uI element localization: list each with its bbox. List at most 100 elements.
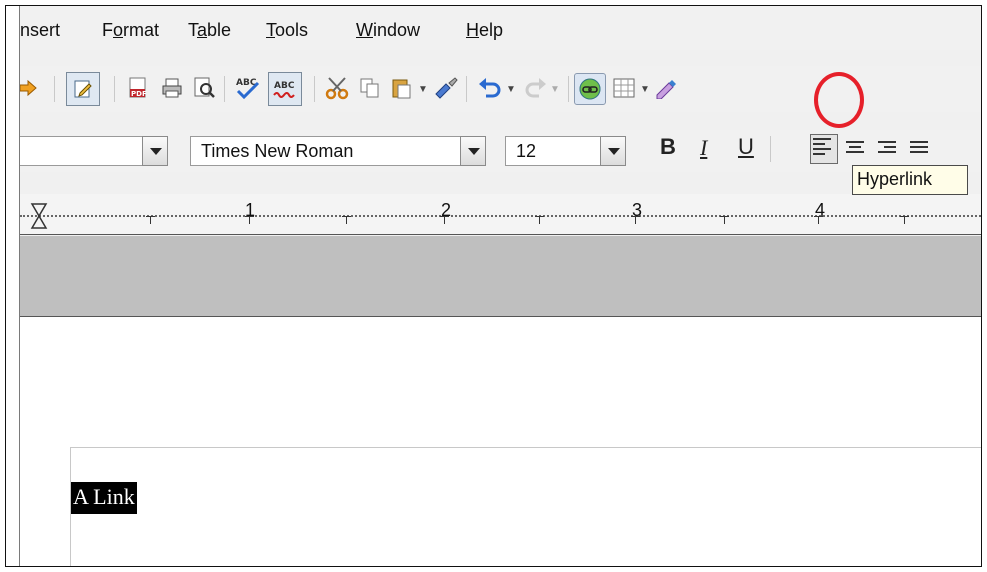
menu-format-mnemonic: o (113, 20, 124, 40)
toolbar-separator (314, 76, 315, 102)
menu-format-head: F (102, 20, 113, 40)
font-name-combo[interactable]: Times New Roman (190, 136, 478, 166)
ruler-tick (900, 216, 909, 224)
menu-help[interactable]: Help (466, 20, 503, 41)
ruler-tick (814, 216, 823, 224)
ruler-tick (720, 216, 729, 224)
copy-button[interactable] (356, 74, 384, 102)
scissors-icon (325, 77, 349, 100)
justify-button[interactable] (908, 138, 930, 160)
menu-window[interactable]: Window (356, 20, 420, 41)
paintbrush-icon (435, 77, 458, 99)
table-icon (613, 78, 635, 98)
autospellcheck-icon: ABC (273, 81, 295, 98)
menu-tools[interactable]: Tools (266, 20, 308, 41)
ruler-tick (245, 216, 254, 224)
align-right-icon (876, 141, 898, 153)
edit-document-icon (74, 80, 92, 98)
menu-window-rest: indow (373, 20, 421, 40)
ruler-tick (440, 216, 449, 224)
clone-formatting-button[interactable] (432, 74, 460, 102)
document-page[interactable]: A Link (70, 447, 981, 566)
horizontal-ruler: 1 2 3 4 (20, 194, 981, 235)
ruler-tick (535, 216, 544, 224)
menu-help-mnemonic: H (466, 20, 479, 40)
toolbar-separator (466, 76, 467, 102)
toolbar-separator (54, 76, 55, 102)
font-size-dropdown[interactable] (600, 136, 626, 166)
ruler-tick (146, 216, 155, 224)
menu-table-mnemonic: a (197, 20, 208, 40)
table-dropdown-arrow[interactable]: ▼ (640, 84, 650, 95)
bold-button[interactable]: B (660, 134, 676, 160)
pdf-icon: PDF (129, 77, 147, 98)
tooltip-text: Hyperlink (857, 169, 933, 189)
copy-icon (360, 78, 379, 98)
menu-insert-label: nsert (20, 20, 61, 40)
spellcheck-button[interactable]: ABC (234, 74, 262, 102)
paragraph-style-combo[interactable] (20, 136, 158, 166)
menu-format[interactable]: Format (102, 20, 159, 41)
font-name-dropdown[interactable] (460, 136, 486, 166)
export-pdf-button[interactable]: PDF (124, 74, 152, 102)
writer-window: nsert Format Table Tools Window Help PDF… (19, 6, 981, 566)
selected-text[interactable]: A Link (71, 482, 137, 514)
menu-table-rest: ble (207, 20, 232, 40)
menu-table-head: T (188, 20, 197, 40)
document-viewport[interactable]: A Link (20, 317, 981, 566)
menu-tools-mnemonic: T (266, 20, 275, 40)
paste-button[interactable] (388, 74, 416, 102)
italic-button[interactable]: I (700, 135, 707, 161)
redo-dropdown-arrow[interactable]: ▼ (550, 84, 560, 95)
export-icon[interactable] (20, 74, 42, 102)
menu-format-rest: rmat (123, 20, 160, 40)
toolbar-separator (114, 76, 115, 102)
align-left-button[interactable] (810, 134, 838, 164)
paste-dropdown-arrow[interactable]: ▼ (418, 84, 428, 95)
toolbar-separator (224, 76, 225, 102)
underline-button[interactable]: U (738, 134, 754, 160)
undo-button[interactable] (476, 74, 504, 102)
hyperlink-globe-icon (579, 78, 601, 100)
formatting-toolbar: Times New Roman 12 B I U (20, 130, 981, 172)
align-center-button[interactable] (844, 138, 866, 160)
indent-marker-icon[interactable] (30, 202, 48, 230)
hyperlink-button[interactable] (574, 73, 606, 105)
highlight-circle (814, 72, 864, 128)
menu-table[interactable]: Table (188, 20, 231, 41)
svg-text:PDF: PDF (131, 90, 147, 98)
redo-icon (525, 78, 546, 98)
print-preview-icon (194, 77, 215, 98)
cut-button[interactable] (324, 74, 352, 102)
print-preview-button[interactable] (190, 74, 218, 102)
show-draw-functions-button[interactable] (652, 74, 680, 102)
toolbar-separator (770, 136, 771, 162)
menu-tools-rest: ools (275, 20, 309, 40)
spellcheck-icon: ABC (236, 78, 260, 100)
svg-text:ABC: ABC (274, 81, 295, 91)
printer-icon (162, 78, 182, 98)
redo-button[interactable] (522, 74, 550, 102)
align-left-icon (811, 138, 837, 155)
autospellcheck-button[interactable]: ABC (268, 72, 302, 106)
paragraph-style-dropdown[interactable] (142, 136, 168, 166)
ruler-dots (20, 215, 981, 217)
menu-help-rest: elp (479, 20, 504, 40)
document-background (20, 236, 981, 317)
align-center-icon (844, 141, 866, 153)
print-button[interactable] (158, 74, 186, 102)
undo-dropdown-arrow[interactable]: ▼ (506, 84, 516, 95)
table-button[interactable] (610, 74, 638, 102)
menu-insert[interactable]: nsert (20, 20, 60, 41)
hyperlink-tooltip: Hyperlink (852, 165, 968, 195)
font-size-value: 12 (516, 141, 537, 161)
undo-icon (479, 78, 501, 98)
ruler-tick (631, 216, 640, 224)
menu-bar: nsert Format Table Tools Window Help (20, 6, 981, 50)
pencil-icon (656, 80, 676, 99)
paste-icon (392, 79, 411, 99)
edit-mode-button[interactable] (66, 72, 100, 106)
align-right-button[interactable] (876, 138, 898, 160)
ruler-tick (342, 216, 351, 224)
menu-window-mnemonic: W (356, 20, 373, 40)
